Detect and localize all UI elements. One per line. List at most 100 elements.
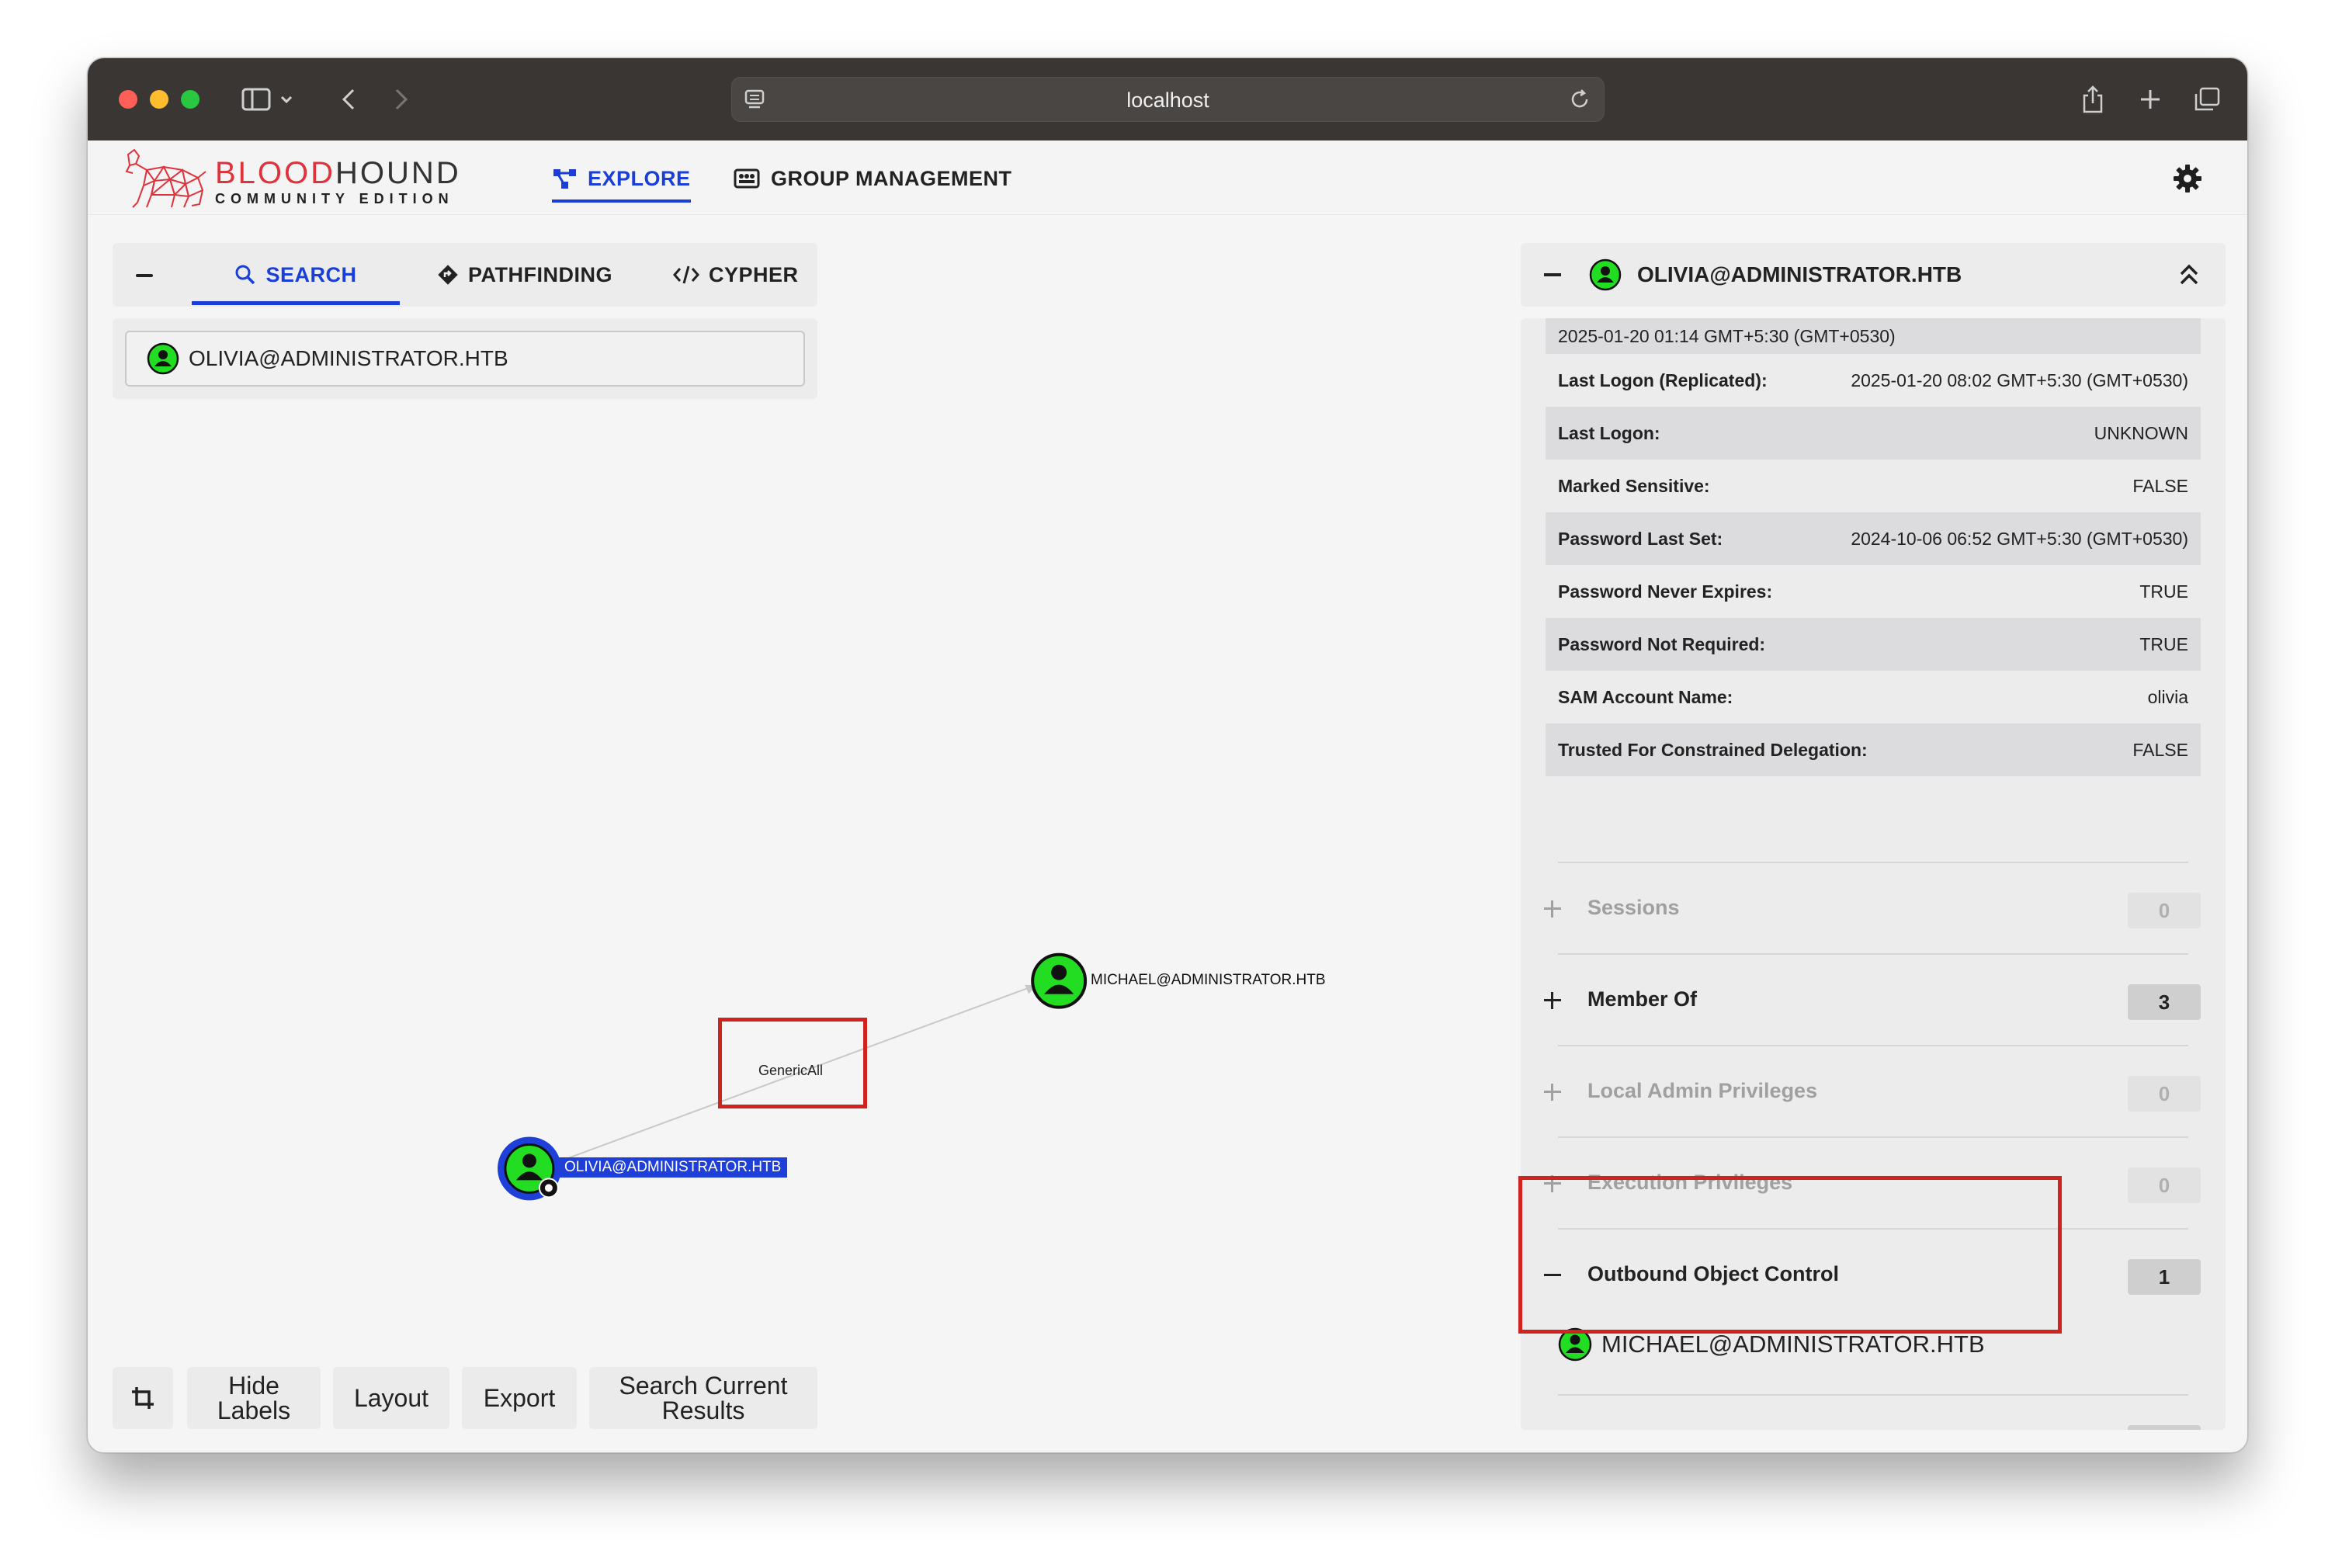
section-label: Sessions bbox=[1587, 896, 1680, 919]
tab-pathfinding-label: PATHFINDING bbox=[468, 262, 612, 286]
pathfinding-icon bbox=[438, 265, 458, 285]
zoom-window-button[interactable] bbox=[181, 90, 199, 109]
logo-blood-text: BLOOD bbox=[215, 156, 336, 190]
entity-panel-header: OLIVIA@ADMINISTRATOR.HTB bbox=[1521, 243, 2226, 307]
graph-node-michael bbox=[1031, 952, 1088, 1009]
property-value: UNKNOWN bbox=[2094, 422, 2188, 443]
property-row: Password Last Set: 2024-10-06 06:52 GMT+… bbox=[1546, 512, 2201, 565]
back-icon[interactable] bbox=[339, 85, 358, 114]
section-count-badge: 7 bbox=[2128, 1425, 2201, 1430]
search-current-results-line2: Results bbox=[661, 1396, 745, 1424]
user-node-icon bbox=[147, 342, 179, 375]
section-count-badge: 0 bbox=[2128, 1167, 2201, 1203]
section-inbound-object-control[interactable]: Inbound Object Control 7 bbox=[1521, 1394, 2226, 1430]
property-row: Trusted For Constrained Delegation: FALS… bbox=[1546, 723, 2201, 776]
property-value: FALSE bbox=[2132, 475, 2188, 496]
browser-toolbar: localhost bbox=[88, 58, 2247, 140]
expand-plus-icon[interactable] bbox=[1544, 900, 1561, 918]
url-text: localhost bbox=[1126, 88, 1209, 112]
property-row: Last Logon: UNKNOWN bbox=[1546, 407, 2201, 460]
nav-group-management-tab[interactable]: GROUP MANAGEMENT bbox=[734, 162, 1012, 195]
minimize-window-button[interactable] bbox=[150, 90, 168, 109]
section-sessions[interactable]: Sessions 0 bbox=[1521, 862, 2226, 953]
property-key: Marked Sensitive: bbox=[1558, 475, 1710, 496]
address-bar[interactable]: localhost bbox=[731, 77, 1605, 122]
property-value: 2025-01-20 01:14 GMT+5:30 (GMT+0530) bbox=[1558, 325, 1896, 346]
section-member-of[interactable]: Member Of 3 bbox=[1521, 953, 2226, 1045]
search-icon bbox=[235, 265, 255, 285]
search-input[interactable]: OLIVIA@ADMINISTRATOR.HTB bbox=[125, 331, 805, 387]
graph-node-label-michael[interactable]: MICHAEL@ADMINISTRATOR.HTB bbox=[1091, 972, 1326, 989]
close-window-button[interactable] bbox=[119, 90, 137, 109]
property-value: FALSE bbox=[2132, 739, 2188, 760]
layout-button[interactable]: Layout bbox=[333, 1367, 449, 1429]
collapse-entity-panel-button[interactable] bbox=[1544, 273, 1561, 276]
explore-graph-icon bbox=[553, 169, 576, 189]
chevron-double-up-icon[interactable] bbox=[2179, 263, 2199, 290]
hide-labels-button[interactable]: Hide Labels bbox=[187, 1367, 321, 1429]
tab-overview-icon[interactable] bbox=[2191, 85, 2222, 114]
expand-plus-icon[interactable] bbox=[1544, 1084, 1561, 1101]
reload-icon[interactable] bbox=[1568, 88, 1591, 115]
search-input-value: OLIVIA@ADMINISTRATOR.HTB bbox=[189, 346, 508, 370]
outbound-object-name: MICHAEL@ADMINISTRATOR.HTB bbox=[1601, 1330, 1985, 1358]
bloodhound-logo-icon bbox=[123, 147, 207, 210]
hide-labels-line2: Labels bbox=[217, 1396, 291, 1424]
property-key: Password Last Set: bbox=[1558, 528, 1723, 549]
graph-node-label-olivia[interactable]: OLIVIA@ADMINISTRATOR.HTB bbox=[558, 1157, 788, 1178]
search-panel-tabs: SEARCH PATHFINDING CYPHER bbox=[113, 243, 817, 307]
export-button[interactable]: Export bbox=[462, 1367, 577, 1429]
property-key: Trusted For Constrained Delegation: bbox=[1558, 739, 1868, 760]
new-tab-icon[interactable] bbox=[2137, 85, 2163, 114]
sidebar-toggle-icon[interactable] bbox=[240, 85, 272, 114]
property-key: Last Logon: bbox=[1558, 422, 1660, 443]
browser-window: localhost BLOODHOUND COMMUNITY EDITION E… bbox=[87, 57, 2248, 1453]
forward-icon[interactable] bbox=[392, 85, 411, 114]
expand-plus-icon[interactable] bbox=[1544, 992, 1561, 1009]
section-label: Member Of bbox=[1587, 987, 1698, 1011]
app-header: BLOODHOUND COMMUNITY EDITION EXPLORE GRO… bbox=[88, 140, 2247, 215]
tab-cypher-label: CYPHER bbox=[709, 262, 799, 286]
section-count-badge: 0 bbox=[2128, 1076, 2201, 1112]
nav-group-management-label: GROUP MANAGEMENT bbox=[771, 166, 1012, 190]
tab-search[interactable]: SEARCH bbox=[192, 243, 400, 307]
section-label: Local Admin Privileges bbox=[1587, 1079, 1818, 1102]
section-count-badge: 0 bbox=[2128, 893, 2201, 928]
nav-explore-tab[interactable]: EXPLORE bbox=[552, 162, 691, 203]
logo-hound-text: HOUND bbox=[335, 156, 461, 190]
settings-gear-icon[interactable] bbox=[2173, 164, 2202, 197]
crop-fit-button[interactable] bbox=[113, 1367, 173, 1429]
chevron-down-icon[interactable] bbox=[279, 85, 294, 114]
hide-labels-line1: Hide bbox=[228, 1372, 279, 1400]
property-key: Password Never Expires: bbox=[1558, 581, 1773, 602]
tab-pathfinding[interactable]: PATHFINDING bbox=[437, 243, 612, 307]
entity-panel-title: OLIVIA@ADMINISTRATOR.HTB bbox=[1637, 262, 1962, 286]
annotation-highlight-outbound bbox=[1518, 1176, 2062, 1334]
nav-explore-label: EXPLORE bbox=[588, 166, 691, 190]
collapse-search-button[interactable] bbox=[136, 274, 153, 277]
section-count-badge: 3 bbox=[2128, 984, 2201, 1020]
share-icon[interactable] bbox=[2080, 85, 2106, 114]
code-icon bbox=[673, 265, 699, 284]
search-current-results-line1: Search Current bbox=[619, 1372, 788, 1400]
section-label: Inbound Object Control bbox=[1587, 1394, 1821, 1430]
search-current-results-button[interactable]: Search Current Results bbox=[589, 1367, 817, 1429]
graph-node-olivia bbox=[497, 1136, 561, 1201]
user-node-icon bbox=[1589, 258, 1622, 295]
property-value: olivia bbox=[2147, 686, 2188, 707]
graph-edge-arrowhead bbox=[1025, 984, 1036, 994]
logo-wordmark: BLOODHOUND COMMUNITY EDITION bbox=[215, 158, 461, 207]
tab-cypher[interactable]: CYPHER bbox=[673, 243, 799, 307]
properties-table: 2025-01-20 01:14 GMT+5:30 (GMT+0530) Las… bbox=[1546, 318, 2201, 776]
property-row: SAM Account Name: olivia bbox=[1546, 671, 2201, 723]
section-local-admin-privileges[interactable]: Local Admin Privileges 0 bbox=[1521, 1045, 2226, 1136]
crop-icon bbox=[132, 1387, 154, 1409]
property-row: Password Not Required: TRUE bbox=[1546, 618, 2201, 671]
search-box-card: OLIVIA@ADMINISTRATOR.HTB bbox=[113, 318, 817, 399]
property-value: 2024-10-06 06:52 GMT+5:30 (GMT+0530) bbox=[1851, 528, 2188, 549]
group-management-icon bbox=[734, 168, 760, 189]
property-row: Marked Sensitive: FALSE bbox=[1546, 460, 2201, 512]
section-count-badge: 1 bbox=[2128, 1259, 2201, 1295]
property-key: SAM Account Name: bbox=[1558, 686, 1733, 707]
graph-edge-label[interactable]: GenericAll bbox=[758, 1063, 823, 1079]
